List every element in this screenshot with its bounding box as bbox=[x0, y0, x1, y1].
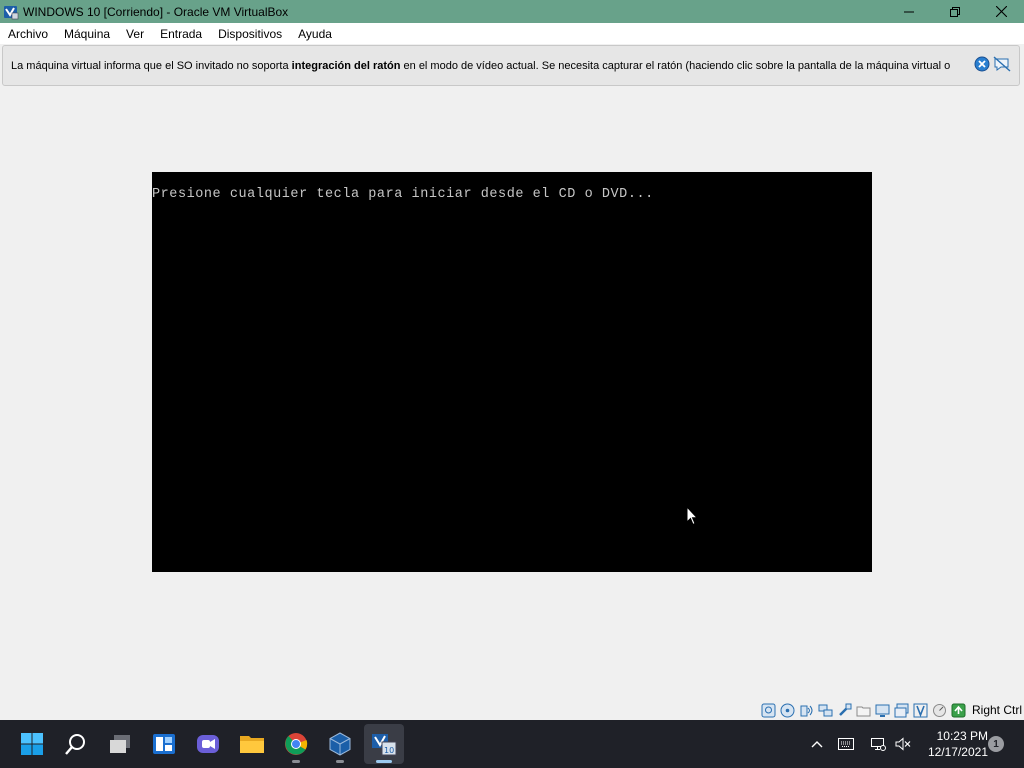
virtualbox-manager-icon bbox=[329, 732, 351, 756]
start-button[interactable] bbox=[12, 724, 52, 764]
minimize-icon bbox=[904, 11, 914, 12]
close-message-icon[interactable] bbox=[974, 56, 990, 77]
running-indicator bbox=[336, 760, 344, 763]
menu-ver[interactable]: Ver bbox=[118, 27, 152, 41]
mouse-integration-icon[interactable] bbox=[913, 702, 929, 718]
cpu-icon[interactable] bbox=[932, 702, 948, 718]
chevron-up-icon[interactable] bbox=[808, 740, 826, 748]
maximize-button[interactable] bbox=[932, 0, 978, 23]
recording-icon[interactable] bbox=[894, 702, 910, 718]
virtualbox-vm-button[interactable]: 10 bbox=[364, 724, 404, 764]
clock-time: 10:23 PM bbox=[936, 729, 988, 743]
menu-archivo[interactable]: Archivo bbox=[0, 27, 56, 41]
taskbar: 10 10:23 PM 12/17/2021 bbox=[0, 720, 1024, 768]
mouse-integration-notification: La máquina virtual informa que el SO inv… bbox=[2, 45, 1020, 86]
task-view-icon bbox=[110, 735, 130, 753]
notification-actions bbox=[974, 56, 1011, 77]
desktop: WINDOWS 10 [Corriendo] - Oracle VM Virtu… bbox=[0, 0, 1024, 768]
mouse-pointer-icon bbox=[686, 506, 698, 526]
file-explorer-button[interactable] bbox=[232, 724, 272, 764]
keyboard-icon[interactable] bbox=[828, 738, 864, 750]
file-explorer-icon bbox=[240, 736, 264, 753]
network-icon[interactable] bbox=[864, 737, 892, 751]
title-bar[interactable]: WINDOWS 10 [Corriendo] - Oracle VM Virtu… bbox=[0, 0, 1024, 23]
menu-maquina[interactable]: Máquina bbox=[56, 27, 118, 41]
running-indicator bbox=[292, 760, 300, 763]
search-button[interactable] bbox=[56, 724, 96, 764]
close-icon bbox=[995, 6, 1007, 17]
hard-disk-icon[interactable] bbox=[761, 702, 777, 718]
vm-screen[interactable]: Presione cualquier tecla para iniciar de… bbox=[152, 172, 872, 572]
widgets-icon bbox=[153, 734, 175, 754]
notification-count-badge[interactable]: 1 bbox=[988, 736, 1004, 752]
volume-muted-icon[interactable] bbox=[892, 737, 914, 751]
window-controls bbox=[886, 0, 1024, 23]
network-icon[interactable] bbox=[818, 702, 834, 718]
console-text: Presione cualquier tecla para iniciar de… bbox=[152, 187, 654, 202]
chrome-button[interactable] bbox=[276, 724, 316, 764]
window-title: WINDOWS 10 [Corriendo] - Oracle VM Virtu… bbox=[23, 4, 289, 19]
notification-text-start: La máquina virtual informa que el SO inv… bbox=[11, 59, 292, 72]
svg-text:10: 10 bbox=[384, 746, 394, 755]
close-button[interactable] bbox=[978, 0, 1024, 23]
notification-text-end: en el modo de vídeo actual. Se necesita … bbox=[400, 59, 951, 72]
menu-entrada[interactable]: Entrada bbox=[152, 27, 210, 41]
menu-ayuda[interactable]: Ayuda bbox=[290, 27, 340, 41]
virtualbox-vm-icon: 10 bbox=[372, 734, 397, 756]
task-view-button[interactable] bbox=[100, 724, 140, 764]
audio-icon[interactable] bbox=[799, 702, 815, 718]
host-key-arrow-icon[interactable] bbox=[951, 702, 967, 718]
optical-drive-icon[interactable] bbox=[780, 702, 796, 718]
virtualbox-manager-button[interactable] bbox=[320, 724, 360, 764]
clock-date: 12/17/2021 bbox=[927, 745, 988, 759]
do-not-show-again-icon[interactable] bbox=[993, 56, 1011, 77]
clock[interactable]: 10:23 PM 12/17/2021 bbox=[918, 728, 988, 760]
menu-bar: Archivo Máquina Ver Entrada Dispositivos… bbox=[0, 23, 1024, 44]
host-key-label: Right Ctrl bbox=[971, 703, 1022, 717]
notification-text-bold: integración del ratón bbox=[291, 59, 401, 72]
shared-folders-icon[interactable] bbox=[856, 702, 872, 718]
system-tray bbox=[808, 720, 914, 768]
display-icon[interactable] bbox=[875, 702, 891, 718]
usb-icon[interactable] bbox=[837, 702, 853, 718]
start-icon bbox=[21, 733, 43, 755]
chat-icon bbox=[197, 735, 219, 753]
virtualbox-icon[interactable] bbox=[3, 4, 19, 20]
menu-dispositivos[interactable]: Dispositivos bbox=[210, 27, 290, 41]
notification-message: La máquina virtual informa que el SO inv… bbox=[3, 60, 971, 72]
active-indicator bbox=[376, 760, 392, 763]
search-icon bbox=[65, 734, 85, 755]
minimize-button[interactable] bbox=[886, 0, 932, 23]
maximize-icon bbox=[950, 6, 960, 17]
chat-button[interactable] bbox=[188, 724, 228, 764]
chrome-icon bbox=[285, 733, 308, 755]
status-bar: Right Ctrl bbox=[761, 701, 1022, 719]
widgets-button[interactable] bbox=[144, 724, 184, 764]
